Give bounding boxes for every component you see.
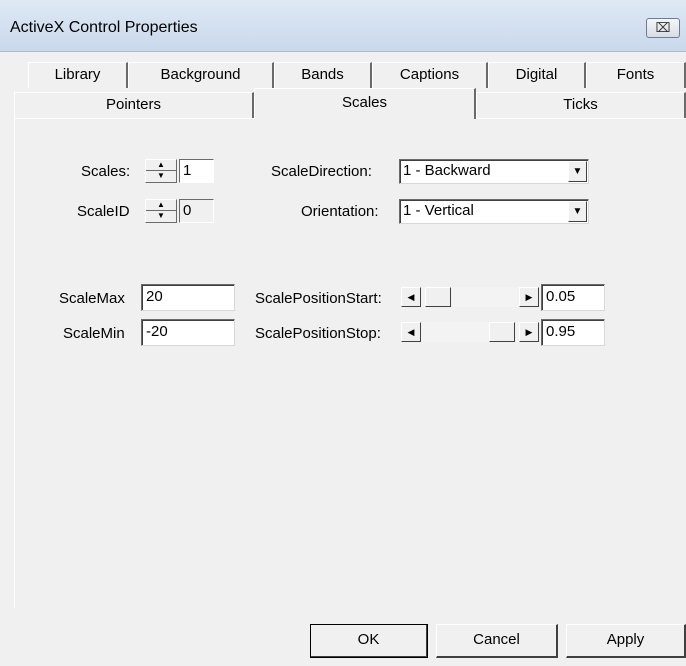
tab-digital[interactable]: Digital [488,62,586,88]
tab-label: Captions [399,66,460,83]
tab-captions[interactable]: Captions [372,62,488,88]
ok-button[interactable]: OK [310,624,428,658]
tab-ticks[interactable]: Ticks [476,92,686,118]
scaleid-value: 0 [179,199,214,223]
tab-label: Digital [515,66,558,83]
scale-direction-label: ScaleDirection: [271,163,372,180]
scale-max-label: ScaleMax [59,290,125,307]
scroll-left-button[interactable]: ◀ [401,322,421,342]
scale-direction-combo[interactable]: 1 - Backward ▼ [399,159,589,184]
tab-label: Background [160,66,241,83]
apply-button[interactable]: Apply [566,624,686,658]
arrow-right-icon: ▶ [525,292,533,302]
scale-min-input[interactable]: -20 [141,319,235,346]
orientation-value: 1 - Vertical [403,202,474,219]
close-icon: ⌧ [655,21,671,36]
arrow-left-icon: ◀ [407,327,415,337]
tab-library[interactable]: Library [28,62,128,88]
scale-position-stop-label: ScalePositionStop: [255,325,381,342]
orientation-label: Orientation: [301,203,379,220]
scale-max-input[interactable]: 20 [141,284,235,311]
scroll-thumb[interactable] [489,322,516,342]
arrow-up-icon: ▲ [157,160,165,169]
scales-value[interactable]: 1 [179,159,214,183]
chevron-down-icon: ▼ [572,166,583,177]
spin-down-button[interactable]: ▼ [146,211,176,222]
window-title: ActiveX Control Properties [10,19,198,36]
scroll-right-button[interactable]: ▶ [519,322,539,342]
scales-spinner[interactable]: ▲ ▼ [145,159,177,183]
tab-label: Ticks [563,96,598,113]
scroll-thumb[interactable] [424,287,451,307]
scroll-left-button[interactable]: ◀ [401,287,421,307]
spin-up-button[interactable]: ▲ [146,200,176,211]
scroll-right-button[interactable]: ▶ [519,287,539,307]
arrow-right-icon: ▶ [525,327,533,337]
scale-position-stop-slider[interactable]: ◀ ▶ [401,322,539,342]
tab-label: Bands [301,66,344,83]
tab-scales[interactable]: Scales [254,88,476,119]
tab-background[interactable]: Background [128,62,274,88]
orientation-combo[interactable]: 1 - Vertical ▼ [399,199,589,224]
tab-label: Fonts [616,66,655,83]
arrow-left-icon: ◀ [407,292,415,302]
scale-position-start-input[interactable]: 0.05 [541,284,605,311]
cancel-button[interactable]: Cancel [436,624,558,658]
tab-label: Scales [341,94,388,111]
close-button[interactable]: ⌧ [646,18,680,38]
arrow-up-icon: ▲ [157,200,165,209]
scales-label: Scales: [81,163,131,180]
scaleid-spinner[interactable]: ▲ ▼ [145,199,177,223]
arrow-down-icon: ▼ [157,171,165,180]
scale-direction-value: 1 - Backward [403,162,491,179]
tab-label: Library [54,66,101,83]
dropdown-button[interactable]: ▼ [568,201,587,222]
tab-fonts[interactable]: Fonts [586,62,686,88]
scale-position-stop-input[interactable]: 0.95 [541,319,605,346]
properties-window: ActiveX Control Properties ⌧ Library Bac… [0,0,686,666]
title-bar: ActiveX Control Properties ⌧ [0,0,686,52]
tab-pointers[interactable]: Pointers [14,92,254,118]
tab-label: Pointers [105,96,162,113]
arrow-down-icon: ▼ [157,211,165,220]
tab-bands[interactable]: Bands [274,62,372,88]
spin-down-button[interactable]: ▼ [146,171,176,182]
scale-min-label: ScaleMin [63,325,125,342]
scaleid-label: ScaleID [77,203,130,220]
dropdown-button[interactable]: ▼ [568,161,587,182]
scales-page: Scales: ▲ ▼ 1 ScaleID ▲ ▼ 0 ScaleDirecti… [14,118,686,608]
chevron-down-icon: ▼ [572,206,583,217]
spin-up-button[interactable]: ▲ [146,160,176,171]
scale-position-start-label: ScalePositionStart: [255,290,382,307]
scale-position-start-slider[interactable]: ◀ ▶ [401,287,539,307]
